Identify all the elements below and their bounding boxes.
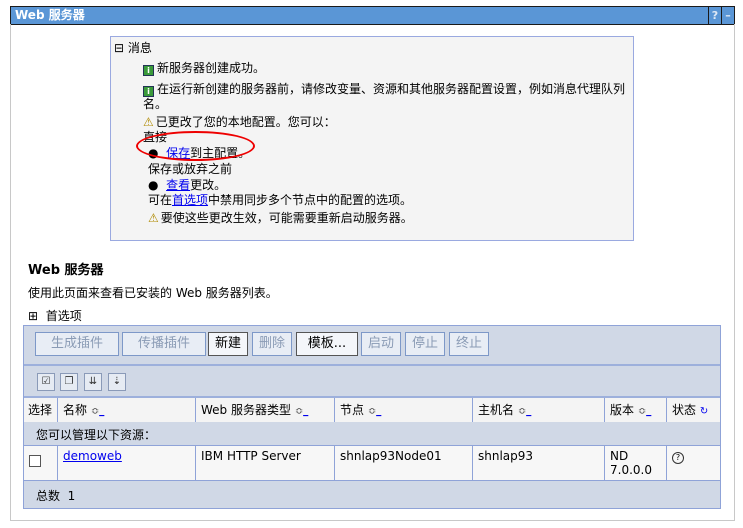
sort-icon: ≎_ — [517, 406, 532, 417]
section-title: Web 服务器 — [28, 263, 104, 278]
refresh-icon: ↻ — [699, 406, 709, 417]
new-button[interactable]: 新建 — [208, 332, 248, 356]
show-filter-icon[interactable]: ⇊ — [84, 373, 102, 391]
sort-icon: ≎_ — [90, 406, 105, 417]
generate-plugin-button[interactable]: 生成插件 — [35, 332, 119, 356]
server-version: ND 7.0.0.0 — [605, 445, 667, 481]
start-button[interactable]: 启动 — [361, 332, 401, 356]
page-title: Web 服务器 — [15, 8, 85, 22]
warning-icon: ⚠ — [143, 115, 154, 129]
before-label: 保存或放弃之前 — [148, 162, 233, 176]
column-select: 选择 — [24, 398, 58, 422]
terminate-button[interactable]: 终止 — [449, 332, 489, 356]
info-icon: i — [143, 65, 154, 76]
delete-button[interactable]: 删除 — [252, 332, 292, 356]
warning-icon: ⚠ — [148, 211, 159, 225]
preferences-toggle[interactable]: ⊞ 首选项 — [28, 307, 82, 324]
messages-box: ⊟ 消息 i 新服务器创建成功。 i 在运行新创建的服务器前，请修改变量、资源和其他… — [110, 36, 634, 241]
minimize-button[interactable]: – — [721, 7, 734, 24]
server-host: shnlap93 — [473, 445, 605, 481]
column-name[interactable]: 名称 ≎_ — [58, 398, 196, 422]
stop-button[interactable]: 停止 — [405, 332, 445, 356]
select-all-icon[interactable]: ☑ — [37, 373, 55, 391]
red-highlight-circle — [136, 131, 255, 161]
sort-icon: ≎_ — [294, 406, 309, 417]
collapse-icon[interactable]: ⊟ — [114, 41, 124, 55]
expand-icon[interactable]: ⊞ — [28, 309, 38, 323]
row-select-cell — [24, 445, 58, 481]
column-version[interactable]: 版本 ≎_ — [605, 398, 667, 422]
preferences-note: 可在首选项中禁用同步多个节点中的配置的选项。 — [148, 193, 413, 207]
server-name-link[interactable]: demoweb — [63, 449, 122, 463]
web-servers-table: 生成插件 传播插件 新建 删除 模板... 启动 停止 终止 ☑ ❐ ⇊ ⇣ 选… — [23, 325, 721, 509]
column-type[interactable]: Web 服务器类型 ≎_ — [196, 398, 335, 422]
clear-filter-icon[interactable]: ⇣ — [108, 373, 126, 391]
deselect-all-icon[interactable]: ❐ — [60, 373, 78, 391]
help-button[interactable]: ? — [708, 7, 721, 24]
messages-header[interactable]: ⊟ 消息 — [114, 39, 152, 56]
info-message-cont: 名。 — [143, 97, 168, 111]
info-message: i 在运行新创建的服务器前，请修改变量、资源和其他服务器配置设置，例如消息代理队列 — [143, 80, 625, 97]
warning-message: ⚠ 要使这些更改生效，可能需要重新启动服务器。 — [148, 211, 413, 225]
messages-header-label: 消息 — [127, 41, 152, 55]
manage-text: 您可以管理以下资源： — [36, 428, 157, 442]
template-button[interactable]: 模板... — [296, 332, 358, 356]
column-status[interactable]: 状态 ↻ — [667, 398, 720, 422]
preferences-link[interactable]: 首选项 — [172, 193, 208, 207]
info-message: i 新服务器创建成功。 — [143, 59, 265, 76]
sort-icon: ≎_ — [637, 406, 652, 417]
column-host[interactable]: 主机名 ≎_ — [473, 398, 605, 422]
propagate-plugin-button[interactable]: 传播插件 — [122, 332, 206, 356]
total-count: 总数 1 — [36, 489, 76, 503]
column-node[interactable]: 节点 ≎_ — [335, 398, 473, 422]
warning-message: ⚠ 已更改了您的本地配置。您可以： — [143, 115, 336, 129]
row-checkbox[interactable] — [29, 455, 41, 467]
review-link[interactable]: 查看 — [166, 178, 190, 192]
sort-icon: ≎_ — [367, 406, 382, 417]
status-unknown-icon: ? — [667, 445, 720, 481]
server-type: IBM HTTP Server — [196, 445, 335, 481]
portlet-title-bar: Web 服务器 ? – — [10, 6, 735, 25]
section-description: 使用此页面来查看已安装的 Web 服务器列表。 — [28, 286, 278, 300]
server-node: shnlap93Node01 — [335, 445, 473, 481]
